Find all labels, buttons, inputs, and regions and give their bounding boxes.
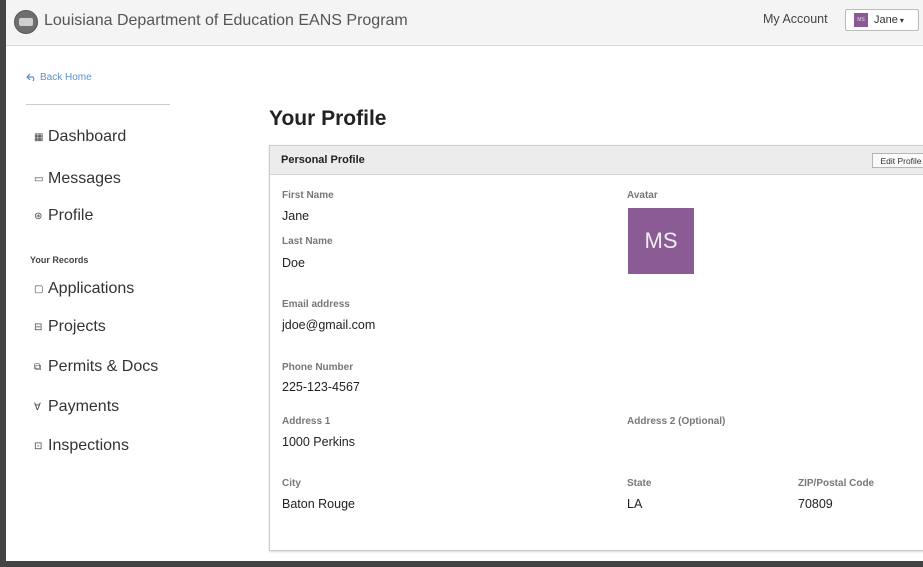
user-avatar-icon: MS [854,13,868,27]
payments-icon: ∀ [34,401,41,413]
nav-item-payments[interactable]: ∀ Payments [34,398,119,416]
email-value: jdoe@gmail.com [282,318,376,332]
address2-label: Address 2 (Optional) [627,416,726,427]
permits-docs-icon: ⧉ [34,361,42,373]
zip-value: 70809 [798,497,833,511]
projects-icon: ⊟ [34,321,43,333]
nav-item-dashboard[interactable]: ▦ Dashboard [34,128,126,146]
nav-item-inspections[interactable]: ⊡ Inspections [34,437,129,455]
my-account-link[interactable]: My Account [763,12,828,26]
nav-item-permits-docs[interactable]: ⧉ Permits & Docs [34,358,158,376]
zip-label: ZIP/Postal Code [798,478,875,489]
messages-icon: ▭ [34,173,44,185]
nav-item-profile[interactable]: ⊛ Profile [34,207,93,225]
nav-item-applications[interactable]: ▢ Applications [34,280,134,298]
app-title: Louisiana Department of Education EANS P… [44,12,408,29]
avatar: MS [628,208,694,274]
edit-profile-button[interactable]: Edit Profile [872,153,923,168]
address1-value: 1000 Perkins [282,435,355,449]
nav-item-messages[interactable]: ▭ Messages [34,170,121,188]
inspections-icon: ⊡ [34,440,43,452]
first-name-label: First Name [282,190,334,201]
nav-item-label: Permits & Docs [48,358,159,375]
address1-label: Address 1 [282,416,331,427]
state-seal-logo [14,10,38,34]
city-label: City [282,478,301,489]
back-home-label: Back Home [40,72,92,83]
applications-icon: ▢ [34,283,44,295]
nav-item-label: Dashboard [48,128,127,145]
first-name-value: Jane [282,209,310,223]
nav-item-projects[interactable]: ⊟ Projects [34,318,106,336]
dashboard-icon: ▦ [34,131,44,143]
avatar-label: Avatar [627,190,658,201]
back-home-link[interactable]: Back Home [26,72,92,83]
phone-value: 225-123-4567 [282,380,360,394]
nav-item-label: Applications [48,280,135,297]
panel-header: Personal Profile Edit Profile [270,146,923,175]
nav-item-label: Projects [48,318,106,335]
phone-label: Phone Number [282,362,354,373]
user-name: Jane [874,14,898,26]
nav-item-label: Inspections [48,437,129,454]
page-title: Your Profile [269,107,387,130]
app-window: Louisiana Department of Education EANS P… [0,0,923,567]
top-bar: Louisiana Department of Education EANS P… [6,0,923,46]
last-name-label: Last Name [282,236,333,247]
email-label: Email address [282,299,350,310]
city-value: Baton Rouge [282,497,355,511]
state-label: State [627,478,652,489]
profile-icon: ⊛ [34,210,43,222]
caret-down-icon: ▾ [899,15,904,25]
back-arrow-icon [26,73,35,82]
nav-item-label: Profile [48,207,94,224]
sidebar-divider [26,104,170,105]
last-name-value: Doe [282,256,305,270]
state-value: LA [627,497,643,511]
personal-profile-panel: Personal Profile Edit Profile First Name… [269,145,923,551]
nav-item-label: Payments [48,398,120,415]
nav-item-label: Messages [48,170,121,187]
your-records-heading: Your Records [30,255,89,265]
user-menu-button[interactable]: MS Jane ▾ [845,9,919,31]
panel-title: Personal Profile [281,154,365,166]
